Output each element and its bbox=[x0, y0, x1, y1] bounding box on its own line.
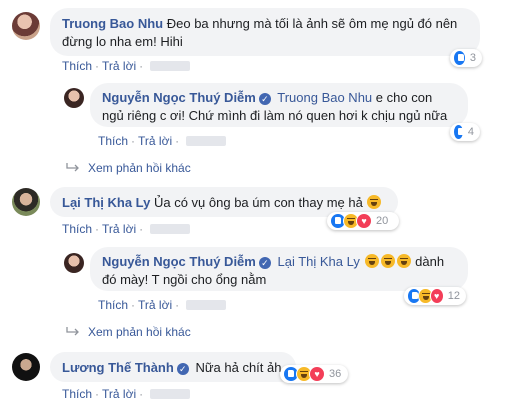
comment-actions: Thích · Trả lời · bbox=[62, 59, 191, 73]
comment-bubble: Truong Bao Nhu Đeo ba nhưng mà tối là ản… bbox=[50, 8, 480, 56]
timestamp-redacted bbox=[150, 224, 191, 234]
reply-link[interactable]: Trả lời bbox=[138, 298, 172, 312]
comment-bubble: Lương Thế Thành ✓ Nữa hả chít ảh bbox=[50, 352, 296, 382]
laughing-emoji-icon bbox=[364, 254, 379, 268]
love-reaction-icon bbox=[356, 213, 372, 229]
like-reaction-icon bbox=[453, 124, 464, 140]
comment-text: Ủa có vụ ông ba úm con thay mẹ hả bbox=[153, 195, 363, 210]
reaction-summary[interactable]: 3 bbox=[450, 49, 482, 67]
reply-link[interactable]: Trả lời bbox=[138, 134, 172, 148]
comment-author[interactable]: Truong Bao Nhu bbox=[62, 16, 163, 31]
verified-badge-icon: ✓ bbox=[258, 257, 271, 269]
like-link[interactable]: Thích bbox=[62, 387, 92, 401]
avatar[interactable] bbox=[64, 253, 84, 273]
reply-link[interactable]: Trả lời bbox=[102, 222, 136, 236]
reaction-count: 36 bbox=[329, 368, 342, 380]
reply-author[interactable]: Nguyễn Ngọc Thuý Diễm bbox=[102, 90, 256, 105]
reaction-count: 12 bbox=[447, 290, 460, 302]
reply-text-line1: e cho con bbox=[375, 90, 433, 105]
reply-text-line2: đó mày! T ngồi cho ổng nằm bbox=[102, 272, 267, 287]
reply-text-line2: ngủ riêng c ơi! Chứ mình đi làm nó quen … bbox=[102, 108, 448, 123]
comment-author[interactable]: Lại Thị Kha Ly bbox=[62, 195, 150, 210]
comment-actions: Thích · Trả lời · bbox=[62, 222, 191, 236]
love-reaction-icon bbox=[309, 366, 325, 382]
love-reaction-icon bbox=[429, 288, 444, 304]
view-more-replies[interactable]: Xem phản hồi khác bbox=[66, 161, 191, 175]
verified-badge-icon: ✓ bbox=[258, 93, 271, 105]
reaction-summary[interactable]: 36 bbox=[280, 365, 348, 383]
reaction-count: 4 bbox=[467, 126, 474, 138]
laughing-emoji-icon bbox=[380, 254, 395, 268]
reaction-count: 3 bbox=[469, 52, 476, 64]
like-reaction-icon bbox=[453, 50, 466, 66]
reaction-summary[interactable]: 12 bbox=[404, 287, 466, 305]
timestamp-redacted bbox=[150, 61, 191, 71]
reply-bubble: Nguyễn Ngọc Thuý Diễm ✓ Truong Bao Nhu e … bbox=[90, 83, 468, 127]
reply-author[interactable]: Nguyễn Ngọc Thuý Diễm bbox=[102, 254, 256, 269]
verified-badge-icon: ✓ bbox=[176, 363, 189, 375]
reply-link[interactable]: Trả lời bbox=[102, 59, 136, 73]
view-more-replies-label[interactable]: Xem phản hồi khác bbox=[88, 161, 191, 175]
like-link[interactable]: Thích bbox=[62, 59, 92, 73]
comment-actions: Thích · Trả lời · bbox=[62, 387, 191, 401]
timestamp-redacted bbox=[186, 136, 227, 146]
avatar[interactable] bbox=[12, 353, 40, 381]
reaction-count: 20 bbox=[376, 215, 389, 227]
reaction-summary[interactable]: 4 bbox=[450, 123, 480, 141]
comment-text: Nữa hả chít ảh bbox=[195, 360, 282, 375]
avatar[interactable] bbox=[64, 88, 84, 108]
like-link[interactable]: Thích bbox=[62, 222, 92, 236]
timestamp-redacted bbox=[150, 389, 191, 399]
timestamp-redacted bbox=[186, 300, 227, 310]
reply-bubble: Nguyễn Ngọc Thuý Diễm ✓ Lại Thị Kha Ly dà… bbox=[90, 247, 468, 291]
view-more-replies-label[interactable]: Xem phản hồi khác bbox=[88, 325, 191, 339]
reply-actions: Thích · Trả lời · bbox=[98, 134, 227, 148]
laughing-emoji-icon bbox=[396, 254, 411, 268]
reply-arrow-icon bbox=[66, 163, 79, 172]
reply-link[interactable]: Trả lời bbox=[102, 387, 136, 401]
laughing-emoji-icon bbox=[367, 195, 382, 209]
reply-arrow-icon bbox=[66, 327, 79, 336]
reply-actions: Thích · Trả lời · bbox=[98, 298, 227, 312]
avatar[interactable] bbox=[12, 12, 40, 40]
view-more-replies[interactable]: Xem phản hồi khác bbox=[66, 325, 191, 339]
reaction-summary[interactable]: 20 bbox=[327, 212, 399, 230]
comment-author[interactable]: Lương Thế Thành bbox=[62, 360, 174, 375]
mention-link[interactable]: Truong Bao Nhu bbox=[277, 90, 372, 105]
reply-text-after: dành bbox=[415, 254, 445, 269]
mention-link[interactable]: Lại Thị Kha Ly bbox=[277, 254, 359, 269]
avatar[interactable] bbox=[12, 188, 40, 216]
like-link[interactable]: Thích bbox=[98, 298, 128, 312]
like-link[interactable]: Thích bbox=[98, 134, 128, 148]
